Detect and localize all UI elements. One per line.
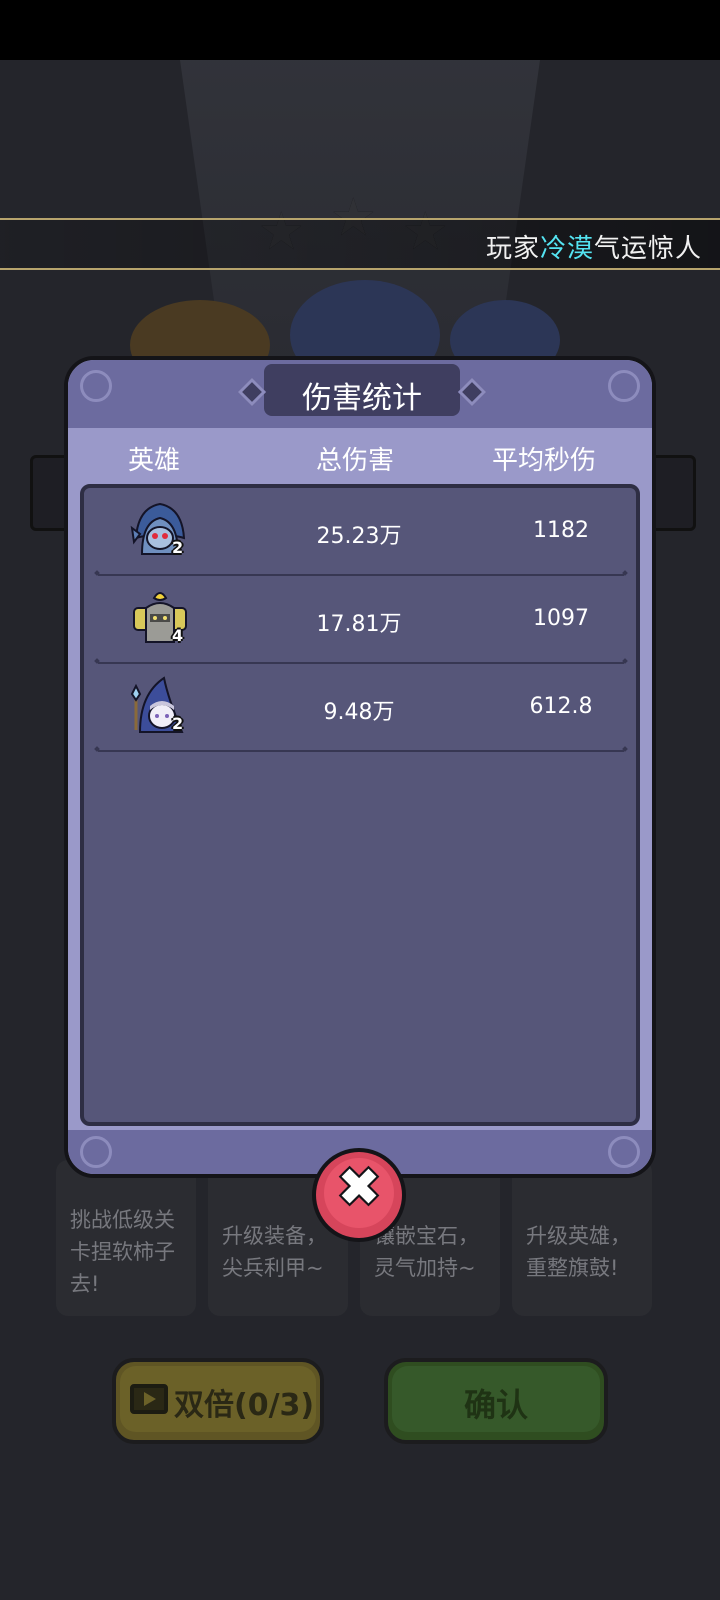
banner-text: 玩家冷漠气运惊人 <box>486 228 702 265</box>
star-level-badge: 4 <box>172 626 184 645</box>
confirm-button[interactable]: 确认 <box>384 1358 608 1444</box>
panel-header: 伤害统计 <box>68 360 652 428</box>
avg-dps-value: 612.8 <box>529 694 593 719</box>
tip-card[interactable]: 挑战低级关卡捏软柿子去! <box>56 1160 196 1316</box>
result-banner: 玩家冷漠气运惊人 <box>0 218 720 270</box>
star-level-badge: 2 <box>172 538 184 557</box>
column-header-total-damage: 总伤害 <box>316 446 395 476</box>
double-reward-button[interactable]: 双倍(0/3) <box>112 1358 324 1444</box>
star-level-badge: 2 <box>172 714 184 733</box>
damage-stats-panel: 伤害统计 英雄 总伤害 平均秒伤 2 25.23万 1182 4 17.81万 … <box>64 356 656 1178</box>
table-row: 2 9.48万 612.8 <box>84 664 636 752</box>
column-header-avg-dps: 平均秒伤 <box>492 446 597 476</box>
close-icon: ✖ <box>337 1158 381 1218</box>
panel-title: 伤害统计 <box>302 381 422 416</box>
avg-dps-value: 1097 <box>533 606 589 631</box>
table-row: 2 25.23万 1182 <box>84 488 636 576</box>
column-header-hero: 英雄 <box>128 446 181 476</box>
tip-text: 升级英雄，重整旗鼓! <box>526 1224 631 1280</box>
close-button[interactable]: ✖ <box>312 1148 406 1242</box>
banner-suffix: 气运惊人 <box>593 234 702 264</box>
tip-text: 升级装备，尖兵利甲~ <box>222 1224 327 1280</box>
tip-text: 挑战低级关卡捏软柿子去! <box>70 1208 175 1296</box>
status-bar <box>0 0 720 60</box>
corner-ornament <box>80 370 112 402</box>
title-plate: 伤害统计 <box>264 364 460 416</box>
damage-table[interactable]: 2 25.23万 1182 4 17.81万 1097 2 9.48万 612.… <box>80 484 640 1126</box>
double-button-label: 双倍(0/3) <box>174 1388 315 1423</box>
tip-card[interactable]: 升级英雄，重整旗鼓! <box>512 1160 652 1316</box>
corner-ornament <box>608 370 640 402</box>
corner-ornament <box>80 1136 112 1168</box>
avg-dps-value: 1182 <box>533 518 589 543</box>
total-damage-value: 25.23万 <box>316 524 402 549</box>
total-damage-value: 9.48万 <box>323 700 395 725</box>
table-row: 4 17.81万 1097 <box>84 576 636 664</box>
corner-ornament <box>608 1136 640 1168</box>
tip-text: 镶嵌宝石，灵气加持~ <box>374 1224 479 1280</box>
row-divider <box>98 750 624 752</box>
video-ad-icon <box>130 1384 168 1414</box>
player-name: 冷漠 <box>539 234 594 264</box>
confirm-button-label: 确认 <box>463 1386 528 1424</box>
banner-prefix: 玩家 <box>485 234 540 264</box>
total-damage-value: 17.81万 <box>316 612 402 637</box>
